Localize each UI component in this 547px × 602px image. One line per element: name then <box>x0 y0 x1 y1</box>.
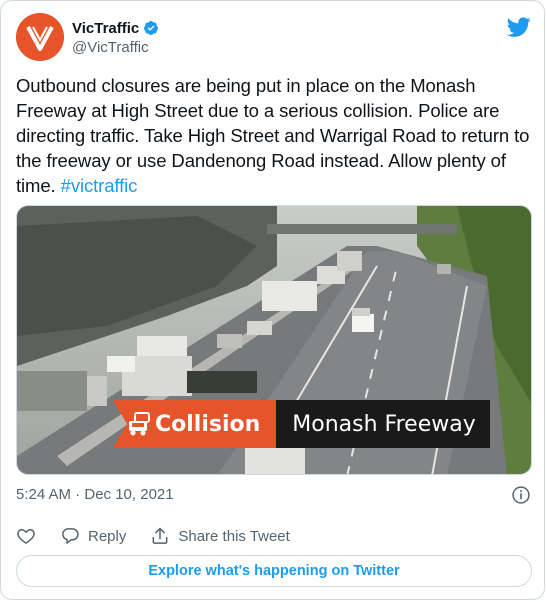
author-names: VicTraffic @VicTraffic <box>72 18 159 56</box>
tweet-header: VicTraffic @VicTraffic <box>16 13 533 63</box>
collision-label-box: Collision <box>113 400 277 448</box>
handle[interactable]: @VicTraffic <box>72 39 159 56</box>
info-icon[interactable] <box>511 485 531 505</box>
reply-icon <box>62 528 79 544</box>
reply-label: Reply <box>88 527 127 545</box>
heart-icon <box>17 528 35 544</box>
collision-label: Collision <box>155 411 261 437</box>
reply-button[interactable]: Reply <box>60 526 126 546</box>
display-name[interactable]: VicTraffic <box>72 20 139 37</box>
tweet-text: Outbound closures are being put in place… <box>16 73 531 198</box>
tweet-timestamp[interactable]: 5:24 AM · Dec 10, 2021 <box>16 486 174 503</box>
explore-twitter-button[interactable]: Explore what's happening on Twitter <box>16 555 532 587</box>
collision-cars-icon <box>129 412 150 436</box>
like-button[interactable] <box>16 526 36 546</box>
tweet-media[interactable]: Collision Monash Freeway <box>16 205 532 475</box>
tweet-card: VicTraffic @VicTraffic Outbound closures… <box>0 0 545 600</box>
tweet-actions: Reply Share this Tweet <box>16 524 314 548</box>
twitter-bird-icon[interactable] <box>507 15 531 39</box>
location-label-box: Monash Freeway <box>276 400 490 448</box>
video-banner: Collision Monash Freeway <box>113 400 490 448</box>
avatar[interactable] <box>16 13 64 61</box>
share-icon <box>152 527 168 544</box>
victraffic-logo-icon <box>16 13 64 61</box>
hashtag-link[interactable]: #victraffic <box>61 175 138 196</box>
verified-badge-icon <box>144 21 159 36</box>
share-button[interactable]: Share this Tweet <box>150 526 290 546</box>
location-label: Monash Freeway <box>292 411 476 437</box>
share-label: Share this Tweet <box>178 527 290 545</box>
